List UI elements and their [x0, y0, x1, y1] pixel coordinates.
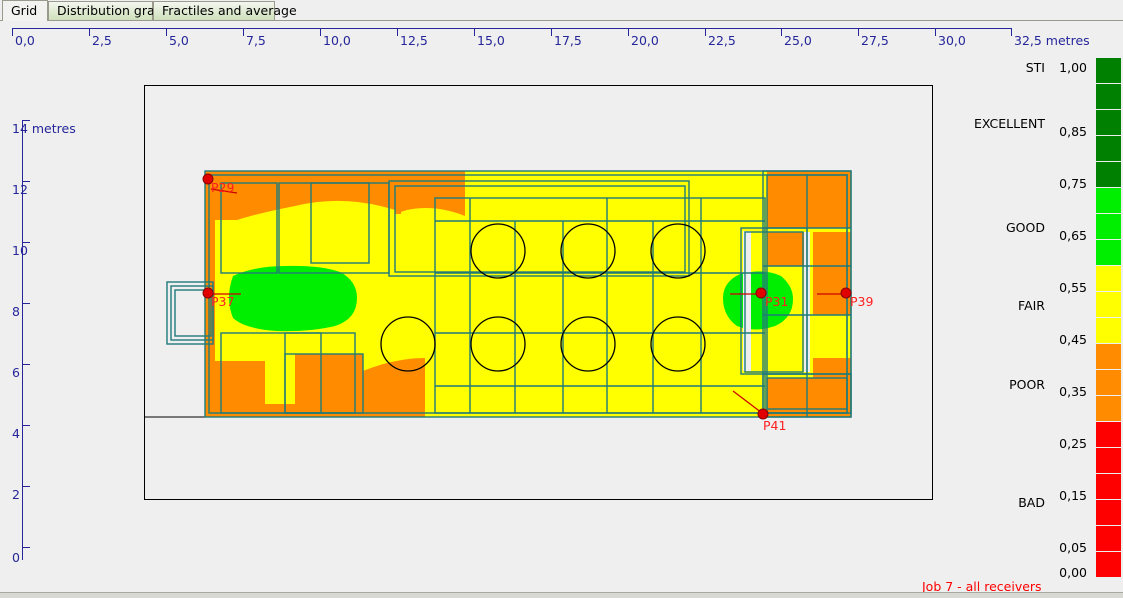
legend-swatch	[1096, 474, 1121, 500]
tab-fractiles-and-average[interactable]: Fractiles and average	[153, 1, 297, 20]
legend-swatch	[1096, 214, 1121, 240]
legend-swatch	[1096, 58, 1121, 84]
hruler-tick	[474, 28, 475, 36]
hruler-tick	[1011, 28, 1012, 36]
vruler-tick	[22, 303, 30, 304]
hruler-tick	[858, 28, 859, 36]
vruler-label: 6	[12, 365, 20, 380]
hruler-tick	[243, 28, 244, 36]
legend-swatch	[1096, 422, 1121, 448]
legend-value: 0,65	[1059, 228, 1087, 243]
legend-category-good: GOOD	[1006, 220, 1045, 235]
hruler-label: 0,0	[15, 33, 35, 48]
grid-plot-area[interactable]: P29 P37 P31 P39 P41	[144, 85, 933, 500]
hruler-tick	[551, 28, 552, 36]
vertical-ruler: 14 metres 12 10 8 6 4 2 0	[0, 50, 76, 570]
hruler-tick	[781, 28, 782, 36]
legend-category-fair: FAIR	[1018, 298, 1045, 313]
tab-strip: Grid Distribution graph Fractiles and av…	[0, 0, 1123, 21]
hruler-label: 7,5	[246, 33, 266, 48]
hruler-bar	[12, 28, 1011, 29]
legend-category-excellent: EXCELLENT	[974, 116, 1045, 131]
hruler-label: 25,0	[784, 33, 812, 48]
sti-colorbar-legend: STI EXCELLENT GOOD FAIR POOR BAD 1,00 0,…	[974, 52, 1123, 587]
legend-swatch	[1096, 136, 1121, 162]
vruler-tick	[22, 486, 30, 487]
hruler-tick	[628, 28, 629, 36]
vruler-label: 2	[12, 487, 20, 502]
hruler-label: 2,5	[92, 33, 112, 48]
hruler-label: 30,0	[938, 33, 966, 48]
legend-swatch	[1096, 526, 1121, 552]
legend-swatch	[1096, 448, 1121, 474]
hruler-tick	[320, 28, 321, 36]
sti-grid-window: Grid Distribution graph Fractiles and av…	[0, 0, 1123, 598]
legend-value: 0,45	[1059, 332, 1087, 347]
vruler-label: 10	[12, 243, 28, 258]
tab-strip-baseline	[0, 20, 1123, 21]
hruler-label: 10,0	[323, 33, 351, 48]
legend-swatch	[1096, 396, 1121, 422]
legend-swatch	[1096, 162, 1121, 188]
hruler-label: 20,0	[631, 33, 659, 48]
hruler-tick	[166, 28, 167, 36]
vruler-unit-label: 14 metres	[12, 121, 76, 136]
vruler-tick	[22, 547, 30, 548]
hruler-label: 27,5	[861, 33, 889, 48]
legend-value: 0,55	[1059, 280, 1087, 295]
legend-swatch	[1096, 552, 1121, 578]
legend-category-poor: POOR	[1009, 377, 1045, 392]
legend-swatch	[1096, 344, 1121, 370]
legend-swatch	[1096, 84, 1121, 110]
hruler-label: 12,5	[400, 33, 428, 48]
receiver-label-P41: P41	[763, 418, 786, 433]
receiver-label-P37: P37	[211, 294, 234, 309]
tab-distribution-graph[interactable]: Distribution graph	[48, 1, 171, 20]
legend-value: 0,75	[1059, 176, 1087, 191]
sti-heatmap-canvas[interactable]: P29 P37 P31 P39 P41	[145, 86, 932, 499]
legend-swatch	[1096, 292, 1121, 318]
legend-category-bad: BAD	[1018, 495, 1045, 510]
hruler-tick	[12, 28, 13, 36]
legend-swatch	[1096, 240, 1121, 266]
legend-swatch	[1096, 500, 1121, 526]
legend-value: 0,25	[1059, 436, 1087, 451]
legend-swatch	[1096, 318, 1121, 344]
horizontal-ruler: 0,0 2,5 5,0 7,5 10,0 12,5 15,0 17,5 20,0…	[0, 22, 1123, 50]
legend-swatch	[1096, 188, 1121, 214]
receiver-label-P31: P31	[765, 294, 788, 309]
vruler-label: 8	[12, 304, 20, 319]
legend-swatch	[1096, 370, 1121, 396]
vruler-label: 12	[12, 182, 28, 197]
legend-swatch	[1096, 110, 1121, 136]
legend-value: 0,05	[1059, 540, 1087, 555]
hruler-tick	[935, 28, 936, 36]
legend-value: 0,35	[1059, 384, 1087, 399]
hruler-label: 22,5	[708, 33, 736, 48]
hruler-label: 17,5	[554, 33, 582, 48]
vruler-label: 0	[12, 550, 20, 565]
hruler-unit-label: 32,5 metres	[1014, 33, 1090, 48]
hruler-tick	[705, 28, 706, 36]
hruler-label: 15,0	[477, 33, 505, 48]
legend-value: 0,15	[1059, 488, 1087, 503]
legend-value: 0,00	[1059, 565, 1087, 580]
window-bottom-bar	[0, 592, 1123, 598]
hruler-label: 5,0	[169, 33, 189, 48]
hruler-tick	[89, 28, 90, 36]
receiver-label-P39: P39	[850, 294, 873, 309]
receiver-label-P29: P29	[211, 180, 234, 195]
tab-grid[interactable]: Grid	[2, 0, 48, 21]
hruler-tick	[397, 28, 398, 36]
legend-value: 0,85	[1059, 124, 1087, 139]
legend-title-sti: STI	[1025, 60, 1045, 75]
vruler-tick	[22, 425, 30, 426]
legend-swatch	[1096, 266, 1121, 292]
vruler-tick	[22, 364, 30, 365]
vruler-label: 4	[12, 426, 20, 441]
legend-value: 1,00	[1059, 60, 1087, 75]
